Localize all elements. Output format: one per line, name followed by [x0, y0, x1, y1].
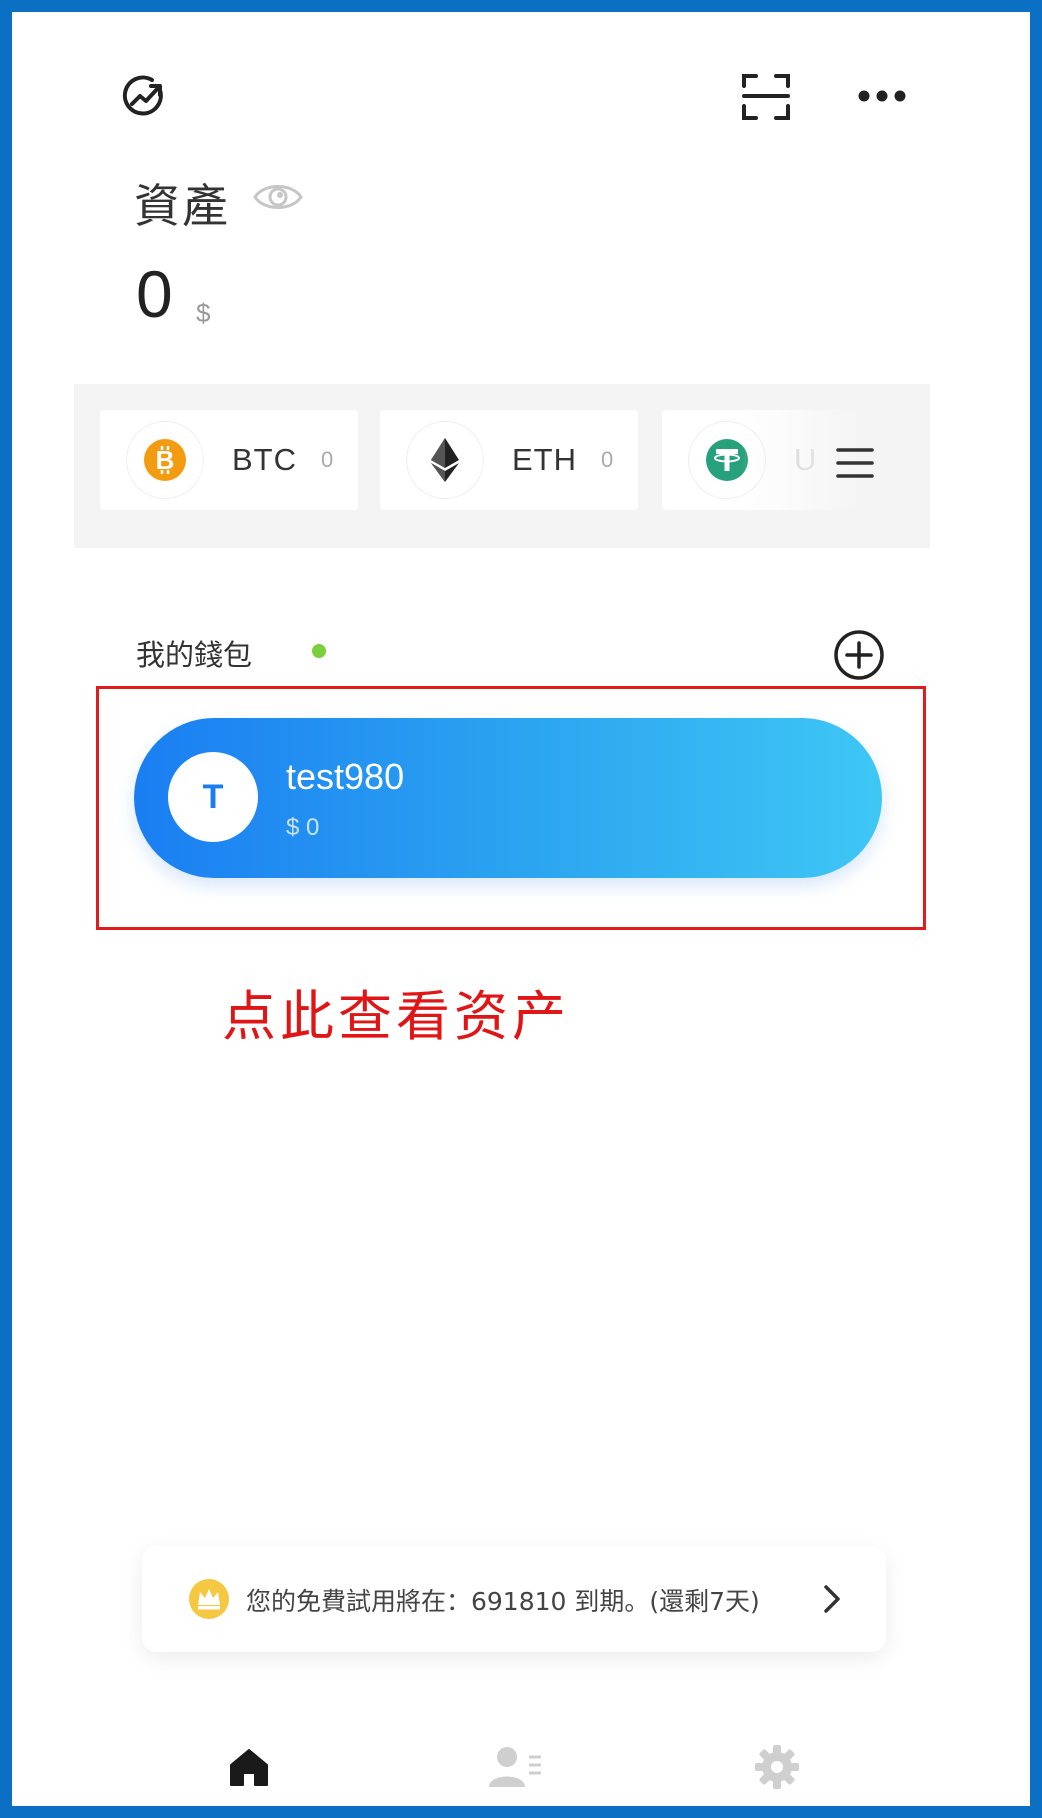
bitcoin-icon: B — [126, 421, 204, 499]
total-asset-value: 0 — [136, 257, 173, 331]
toggle-visibility-eye-icon[interactable] — [252, 176, 304, 218]
svg-text:B: B — [156, 445, 175, 475]
my-wallets-header: 我的錢包 — [136, 638, 253, 672]
coin-card-eth[interactable]: ETH 0 — [380, 410, 638, 510]
crown-icon — [188, 1578, 230, 1620]
coin-symbol: ETH — [512, 442, 577, 477]
status-dot — [312, 644, 326, 658]
coin-amount: 0 — [601, 447, 614, 472]
app-screen: 資產 0 $ B BTC 0 ETH 0 我的錢包 T test980 $ 0 … — [12, 12, 1030, 1806]
home-icon — [230, 1749, 268, 1786]
trial-expiry-text: 您的免費試用將在：691810 到期。(還剩7天) — [246, 1587, 760, 1616]
coin-card-btc[interactable]: B BTC 0 — [100, 410, 358, 510]
trial-expiry-banner[interactable]: 您的免費試用將在：691810 到期。(還剩7天) — [142, 1546, 886, 1652]
market-trend-icon[interactable] — [112, 64, 176, 128]
ethereum-icon — [406, 421, 484, 499]
coin-symbol: BTC — [232, 442, 297, 477]
total-asset-unit: $ — [196, 298, 211, 328]
scan-icon[interactable] — [734, 64, 798, 128]
wallet-name: test980 — [286, 756, 405, 797]
assets-title: 資產 — [134, 179, 230, 233]
nav-settings-tab[interactable] — [742, 1732, 812, 1802]
wallet-card[interactable]: T test980 $ 0 — [134, 718, 882, 878]
add-wallet-icon[interactable] — [832, 628, 886, 682]
wallet-balance: $ 0 — [286, 814, 320, 841]
contacts-icon — [489, 1747, 541, 1787]
more-options-icon[interactable] — [850, 72, 914, 120]
coin-amount: 0 — [321, 447, 334, 472]
gear-icon — [755, 1745, 799, 1789]
annotation-hint-text: 点此查看资产 — [222, 985, 570, 1048]
menu-list-icon[interactable] — [834, 442, 876, 484]
avatar: T — [168, 752, 258, 842]
nav-contacts-tab[interactable] — [480, 1732, 550, 1802]
nav-home-tab[interactable] — [214, 1732, 284, 1802]
coin-list: B BTC 0 ETH 0 — [74, 384, 930, 548]
chevron-right-icon — [816, 1578, 848, 1620]
